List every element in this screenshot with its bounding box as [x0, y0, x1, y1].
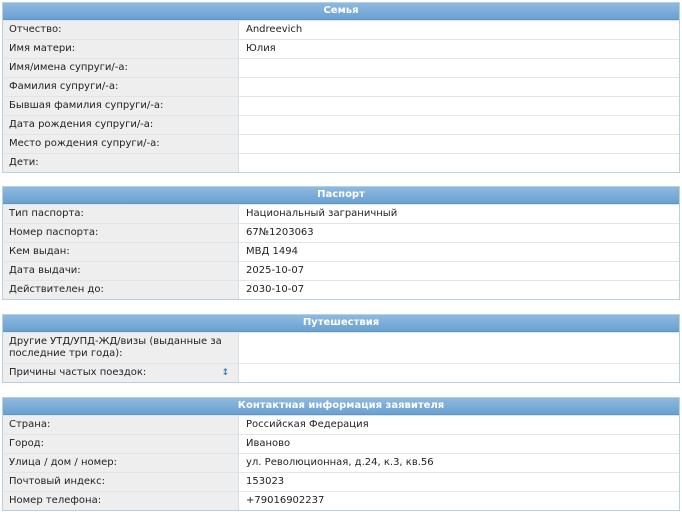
- field-label: Другие УТД/УПД-ЖД/визы (выданные за посл…: [3, 333, 239, 363]
- field-value: 2025-10-07: [246, 265, 305, 276]
- passport-section-header: Паспорт: [3, 187, 679, 204]
- field-value: Национальный заграничный: [246, 208, 398, 219]
- table-row: Место рождения супруги/-а:: [3, 134, 679, 153]
- passport-section: Паспорт Тип паспорта: Национальный загра…: [2, 186, 680, 300]
- table-row: Кем выдан: МВД 1494: [3, 242, 679, 261]
- table-row: Другие УТД/УПД-ЖД/визы (выданные за посл…: [3, 332, 679, 363]
- travel-section: Путешествия Другие УТД/УПД-ЖД/визы (выда…: [2, 314, 680, 383]
- table-row: Дети:: [3, 153, 679, 172]
- field-value: 153023: [246, 476, 285, 487]
- table-row: Почтовый индекс: 153023: [3, 472, 679, 491]
- field-label-cell: Причины частых поездок: ↕: [3, 364, 239, 382]
- field-label: Номер паспорта:: [3, 224, 239, 242]
- field-value: [239, 154, 679, 172]
- field-label: Дата рождения супруги/-а:: [3, 116, 239, 134]
- field-label: Фамилия супруги/-а:: [3, 78, 239, 96]
- field-value: Юлия: [246, 43, 276, 54]
- contact-section: Контактная информация заявителя Страна: …: [2, 397, 680, 511]
- table-row: Номер телефона: +79016902237: [3, 491, 679, 510]
- field-value: [239, 97, 679, 115]
- table-row: Дата выдачи: 2025-10-07: [3, 261, 679, 280]
- field-label: Город:: [3, 435, 239, 453]
- travel-section-header: Путешествия: [3, 315, 679, 332]
- application-summary-page: Семья Отчество: Andreevich Имя матери: Ю…: [0, 0, 682, 512]
- field-label: Страна:: [3, 416, 239, 434]
- table-row: Бывшая фамилия супруги/-а:: [3, 96, 679, 115]
- field-label: Имя матери:: [3, 40, 239, 58]
- field-value: 2030-10-07: [246, 284, 305, 295]
- family-section: Семья Отчество: Andreevich Имя матери: Ю…: [2, 2, 680, 173]
- field-label: Имя/имена супруги/-а:: [3, 59, 239, 77]
- field-value: 67№1203063: [246, 227, 314, 238]
- field-label: Причины частых поездок:: [9, 367, 147, 378]
- field-label: Место рождения супруги/-а:: [3, 135, 239, 153]
- field-value: МВД 1494: [246, 246, 298, 257]
- table-row: Тип паспорта: Национальный заграничный: [3, 204, 679, 223]
- field-label: Улица / дом / номер:: [3, 454, 239, 472]
- table-row: Имя/имена супруги/-а:: [3, 58, 679, 77]
- field-value: [239, 59, 679, 77]
- table-row: Имя матери: Юлия: [3, 39, 679, 58]
- field-value: Иваново: [246, 438, 291, 449]
- table-row: Номер паспорта: 67№1203063: [3, 223, 679, 242]
- table-row: Улица / дом / номер: ул. Революционная, …: [3, 453, 679, 472]
- table-row: Действителен до: 2030-10-07: [3, 280, 679, 299]
- table-row: Город: Иваново: [3, 434, 679, 453]
- field-label: Номер телефона:: [3, 492, 239, 510]
- contact-section-header: Контактная информация заявителя: [3, 398, 679, 415]
- field-label: Бывшая фамилия супруги/-а:: [3, 97, 239, 115]
- table-row: Дата рождения супруги/-а:: [3, 115, 679, 134]
- table-row: Отчество: Andreevich: [3, 20, 679, 39]
- field-value: [239, 135, 679, 153]
- field-label: Дети:: [3, 154, 239, 172]
- table-row: Причины частых поездок: ↕: [3, 363, 679, 382]
- field-value: ул. Революционная, д.24, к.3, кв.56: [246, 457, 434, 468]
- field-value: [239, 78, 679, 96]
- field-label: Кем выдан:: [3, 243, 239, 261]
- field-label: Почтовый индекс:: [3, 473, 239, 491]
- field-value: Andreevich: [246, 24, 303, 35]
- field-label: Действителен до:: [3, 281, 239, 299]
- field-label: Отчество:: [3, 21, 239, 39]
- family-section-header: Семья: [3, 3, 679, 20]
- table-row: Страна: Российская Федерация: [3, 415, 679, 434]
- field-value: [239, 333, 679, 363]
- field-value: [239, 364, 679, 382]
- info-icon[interactable]: ↕: [221, 367, 229, 379]
- field-value: [239, 116, 679, 134]
- field-value: Российская Федерация: [246, 419, 369, 430]
- field-value: +79016902237: [246, 495, 325, 506]
- table-row: Фамилия супруги/-а:: [3, 77, 679, 96]
- field-label: Дата выдачи:: [3, 262, 239, 280]
- field-label: Тип паспорта:: [3, 205, 239, 223]
